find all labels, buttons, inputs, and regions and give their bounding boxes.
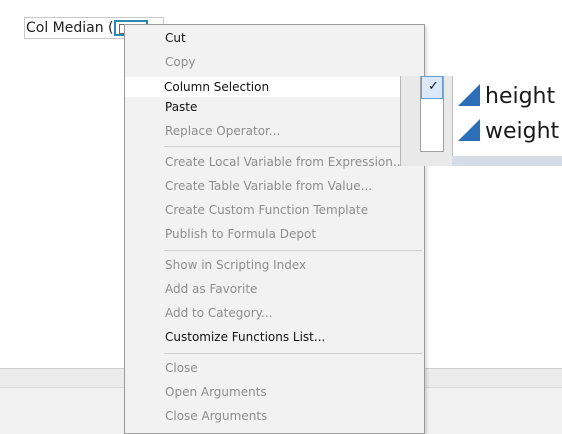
menu-item-paste[interactable]: Paste: [165, 97, 197, 117]
menu-item-column-selection[interactable]: Column Selection: [125, 77, 422, 97]
menu-item-customize-functions[interactable]: Customize Functions List...: [165, 327, 325, 347]
menu-item-copy[interactable]: Copy: [165, 52, 195, 72]
menu-item-add-favorite[interactable]: Add as Favorite: [165, 279, 257, 299]
column-name: height: [485, 84, 556, 109]
menu-item-publish-formula-depot[interactable]: Publish to Formula Depot: [165, 224, 316, 244]
menu-separator: [164, 250, 422, 251]
column-item-weight[interactable]: weight: [458, 117, 559, 147]
column-item-height[interactable]: height: [458, 82, 555, 112]
menu-item-create-local-variable[interactable]: Create Local Variable from Expression...: [165, 152, 404, 172]
menu-item-create-custom-function[interactable]: Create Custom Function Template: [165, 200, 368, 220]
menu-separator: [164, 146, 422, 147]
menu-item-create-table-variable[interactable]: Create Table Variable from Value...: [165, 176, 372, 196]
menu-item-open-arguments[interactable]: Open Arguments: [165, 382, 267, 402]
column-name: weight: [485, 119, 560, 144]
menu-item-close[interactable]: Close: [165, 358, 198, 378]
continuous-column-icon: [458, 119, 480, 141]
menu-item-close-arguments[interactable]: Close Arguments: [165, 406, 267, 426]
column-list-scroll-edge: [452, 156, 562, 166]
menu-separator: [164, 353, 422, 354]
formula-function-name: Col Median (: [26, 20, 114, 36]
menu-item-show-scripting-index[interactable]: Show in Scripting Index: [165, 255, 306, 275]
menu-item-cut[interactable]: Cut: [165, 28, 186, 48]
checkmark-icon: ✓: [428, 79, 439, 94]
continuous-column-icon: [458, 84, 480, 106]
menu-item-replace-operator[interactable]: Replace Operator...: [165, 121, 280, 141]
menu-item-add-to-category[interactable]: Add to Category...: [165, 303, 272, 323]
